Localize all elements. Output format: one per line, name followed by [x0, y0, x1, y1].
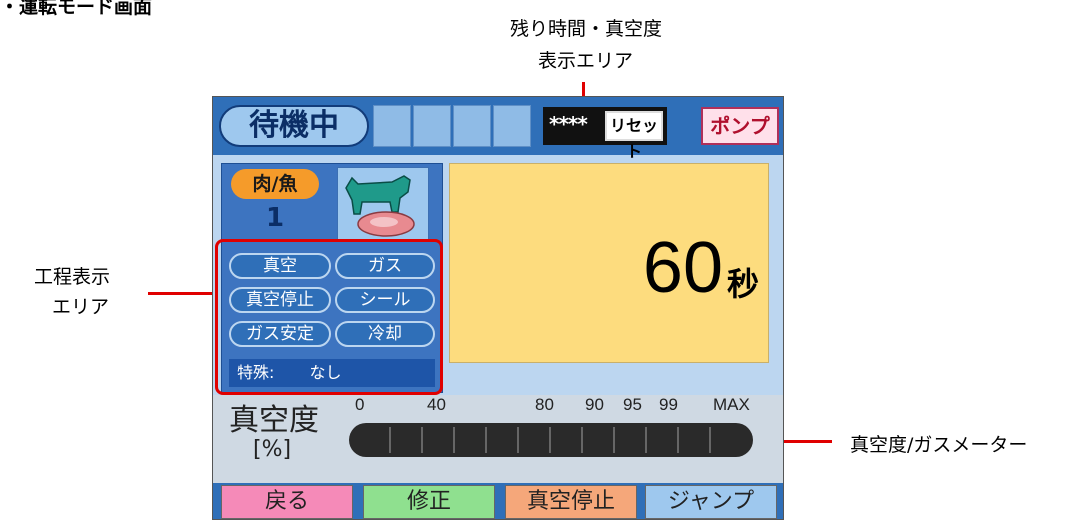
- meter-title: 真空度: [229, 403, 319, 438]
- meter-segment: [709, 427, 711, 453]
- cow-meat-icon[interactable]: [337, 167, 429, 241]
- meter-segment: [677, 427, 679, 453]
- process-area-caption-line2: エリア: [52, 296, 110, 318]
- status-slot: [493, 105, 531, 147]
- pump-button[interactable]: ポンプ: [701, 107, 779, 145]
- meter-tick: 95: [623, 395, 642, 414]
- category-badge: 肉/魚: [231, 169, 319, 199]
- status-slot: [453, 105, 491, 147]
- vacuum-stop-button[interactable]: 真空停止: [505, 485, 637, 519]
- process-area-highlight: [215, 239, 443, 395]
- meter-tick: 99: [659, 395, 678, 414]
- status-indicator: 待機中: [219, 105, 369, 147]
- meter-segment: [517, 427, 519, 453]
- status-slot: [413, 105, 451, 147]
- back-button[interactable]: 戻る: [221, 485, 353, 519]
- meter-segment: [549, 427, 551, 453]
- password-mask: ****: [549, 112, 588, 136]
- reset-button[interactable]: リセット: [605, 111, 663, 161]
- status-slot: [373, 105, 411, 147]
- meter-segment: [613, 427, 615, 453]
- meter-segment: [485, 427, 487, 453]
- remaining-area-caption-line1: 残り時間・真空度: [510, 18, 663, 40]
- remaining-area-caption-line2: 表示エリア: [538, 50, 634, 72]
- meter-segment: [421, 427, 423, 453]
- process-area-caption-line1: 工程表示: [34, 266, 111, 288]
- meter-tick: 0: [355, 395, 365, 414]
- program-number: 1: [265, 203, 285, 233]
- meter-tick: 40: [427, 395, 446, 414]
- meter-segment: [581, 427, 583, 453]
- correct-button[interactable]: 修正: [363, 485, 495, 519]
- screen-title: ・運転モード画面: [0, 0, 153, 18]
- vacuum-gas-meter: [349, 423, 753, 457]
- device-screen: 待機中 **** リセット ポンプ 肉/魚 1 真空 ガス 真空停止 シール ガ…: [212, 96, 784, 520]
- meter-unit: [%]: [253, 437, 292, 462]
- process-pointer-line: [148, 292, 216, 295]
- jump-button[interactable]: ジャンプ: [645, 485, 777, 519]
- meter-tick: MAX: [713, 395, 750, 414]
- meter-caption: 真空度/ガスメーター: [850, 434, 1028, 456]
- meter-segment: [453, 427, 455, 453]
- meter-tick: 90: [585, 395, 604, 414]
- meter-tick: 80: [535, 395, 554, 414]
- meter-segment: [645, 427, 647, 453]
- timer-unit: 秒: [727, 265, 760, 303]
- cow-meat-icon: [345, 175, 415, 237]
- timer-value: 60: [642, 228, 723, 308]
- meter-segment: [389, 427, 391, 453]
